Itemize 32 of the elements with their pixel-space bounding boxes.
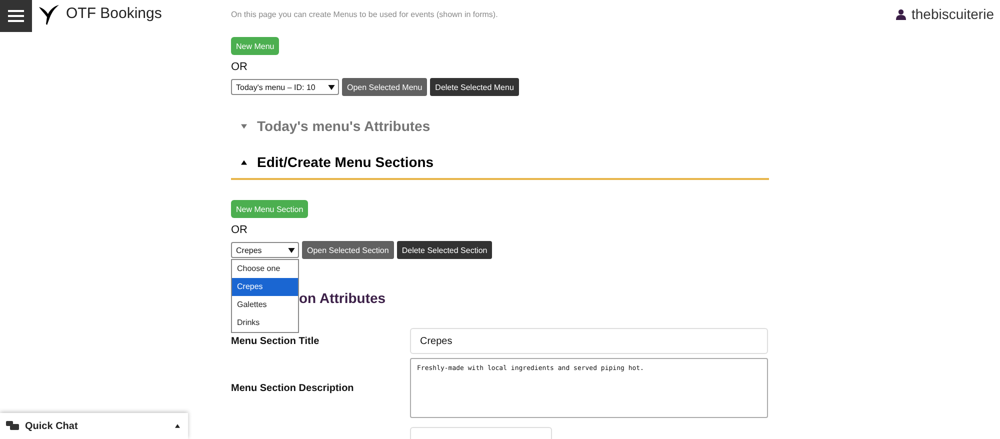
- section-toggle[interactable]: Today's menu's Attributes: [231, 118, 769, 134]
- section-select[interactable]: Crepes: [231, 242, 299, 258]
- quick-chat-bar[interactable]: Quick Chat: [0, 413, 188, 439]
- delete-button[interactable]: Delete Selected Section: [396, 241, 492, 259]
- or-text: OR: [231, 224, 248, 236]
- username[interactable]: thebiscuiterie: [912, 6, 994, 22]
- menu-select[interactable]: Today's menu – ID: 10: [231, 79, 339, 95]
- field-label: Menu Section Description: [231, 382, 355, 394]
- field-label: Menu Section Title: [231, 336, 320, 346]
- open-button[interactable]: Open Selected Section: [302, 241, 394, 259]
- chevron-icon: [328, 84, 335, 90]
- caret-icon: [175, 424, 180, 428]
- dropdown-option[interactable]: Drinks: [232, 314, 298, 332]
- user-icon: [896, 8, 906, 20]
- section-heading: on Attributes: [299, 290, 387, 306]
- dropdown-option[interactable]: Choose one: [232, 260, 298, 278]
- menu-icon[interactable]: [0, 0, 32, 32]
- or-text: OR: [231, 61, 248, 73]
- bird-logo-icon: [38, 4, 60, 26]
- title-field[interactable]: Crepes: [410, 328, 768, 354]
- chevron-icon: [288, 248, 295, 252]
- delete-button[interactable]: Delete Selected Menu: [430, 78, 519, 96]
- dropdown-option[interactable]: Galettes: [232, 296, 298, 314]
- triangle-icon: [241, 160, 247, 164]
- section-toggle[interactable]: Edit/Create Menu Sections: [231, 154, 769, 170]
- input-field[interactable]: [410, 427, 552, 439]
- open-button[interactable]: Open Selected Menu: [342, 78, 428, 96]
- app-title: OTF Bookings: [66, 5, 162, 22]
- intro-text: On this page you can create Menus to be used for events (shown in forms).: [231, 10, 499, 21]
- triangle-icon: [241, 124, 247, 128]
- dropdown-option[interactable]: Crepes: [232, 278, 298, 296]
- chat-icon: [6, 421, 19, 431]
